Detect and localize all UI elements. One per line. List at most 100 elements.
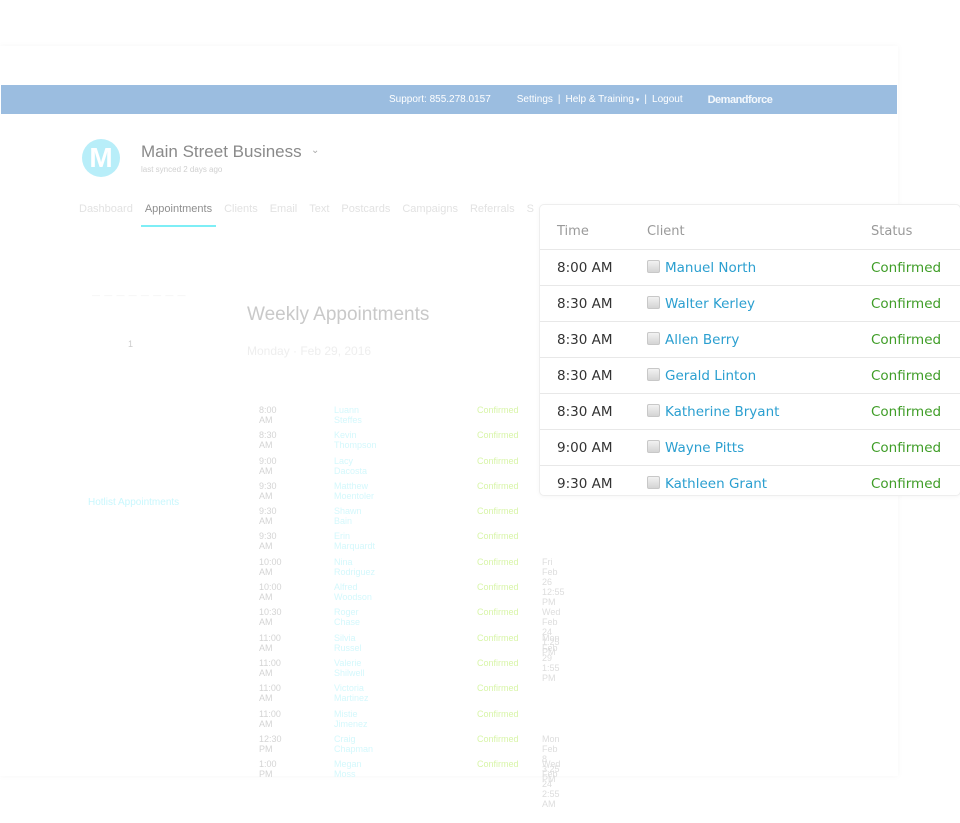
client-link[interactable]: Alfred Woodson [334,582,372,602]
appointment-time: 8:30 AM [557,368,613,384]
hotlist-appointments-link[interactable]: Hotlist Appointments [88,497,179,508]
appointment-time: 10:30 AM [259,607,282,628]
chevron-down-icon[interactable]: ⌄ [311,145,319,156]
table-body: 8:00 AM Manuel North Confirmed 8:30 AM Walte… [540,250,960,501]
appointment-time: 8:30 AM [259,430,277,451]
header-client: Client [647,224,685,239]
separator: | [644,94,648,105]
status-label: Confirmed [477,430,519,441]
client-link[interactable]: Erin Marquardt [334,531,375,551]
business-logo: M [82,139,120,177]
client-link[interactable]: Mistie Jimenez [334,709,368,729]
appointment-time: 8:00 AM [557,260,613,276]
appointment-time: 9:30 AM [557,476,613,492]
table-row: 8:00 AM Manuel North Confirmed [540,250,960,286]
appointment-time: 8:30 AM [557,296,613,312]
status-label: Confirmed [477,582,519,593]
client-link[interactable]: Kevin Thompson [334,430,377,450]
header-status: Status [871,224,913,239]
weekly-appointments-title: Weekly Appointments [247,304,430,325]
tab-appointments[interactable]: Appointments [140,203,217,227]
client-link[interactable]: Gerald Linton [665,368,756,384]
client-link[interactable]: Craig Chapman [334,734,373,754]
last-synced: last synced 2 days ago [141,165,223,174]
help-training-menu[interactable]: Help & Training ▾ [566,94,640,105]
main-nav: Dashboard Appointments Clients Email Tex… [79,203,546,227]
table-row: 8:30 AM Katherine Bryant Confirmed [540,394,960,430]
status-label: Confirmed [477,632,519,643]
row-checkbox[interactable] [647,260,660,273]
appointment-time: 10:00 AM [259,582,282,603]
status-label: Confirmed [477,455,519,466]
row-checkbox[interactable] [647,404,660,417]
status-label: Confirmed [871,404,942,420]
status-label: Confirmed [871,296,942,312]
separator: | [557,94,561,105]
client-link[interactable]: Lacy Dacosta [334,456,367,476]
appointment-time: 9:30 AM [259,506,277,527]
tab-dashboard[interactable]: Dashboard [79,203,133,215]
status-label: Confirmed [871,260,942,276]
note-timestamp: Wed Feb 24 2:55 AM [542,759,561,810]
top-bar: Support: 855.278.0157 Settings | Help & … [1,85,897,114]
business-name[interactable]: Main Street Business [141,142,302,162]
client-link[interactable]: Victoria Martinez [334,683,369,703]
status-label: Confirmed [477,759,519,770]
appointment-time: 8:00 AM [259,405,277,425]
status-label: Confirmed [477,683,519,694]
client-link[interactable]: Nina Rodriguez [334,557,375,577]
client-link[interactable]: Wayne Pitts [665,440,744,456]
client-link[interactable]: Megan Moss [334,759,362,779]
client-link[interactable]: Manuel North [665,260,756,276]
client-link[interactable]: Allen Berry [665,332,739,348]
client-link[interactable]: Roger Chase [334,607,360,627]
client-link[interactable]: Kathleen Grant [665,476,767,492]
status-label: Confirmed [477,531,519,542]
table-row: 8:30 AM Walter Kerley Confirmed [540,286,960,322]
row-checkbox[interactable] [647,476,660,489]
weekly-date: Monday · Feb 29, 2016 [247,344,372,358]
appointments-card: Time Client Status 8:00 AM Manuel North Co… [539,204,960,496]
header-time: Time [557,224,589,239]
client-link[interactable]: Valerie Shilwell [334,658,365,678]
client-link[interactable]: Luann Steffes [334,405,362,425]
status-label: Confirmed [871,476,942,492]
status-label: Confirmed [871,440,942,456]
appointment-time: 9:30 AM [259,480,277,501]
appointment-time: 11:00 AM [259,708,281,729]
status-label: Confirmed [477,657,519,668]
tab-email[interactable]: Email [270,203,298,215]
appointment-time: 11:00 AM [259,632,281,653]
row-checkbox[interactable] [647,332,660,345]
row-checkbox[interactable] [647,368,660,381]
table-row: 8:30 AM Allen Berry Confirmed [540,322,960,358]
tab-more[interactable]: S [527,203,534,215]
status-label: Confirmed [871,368,942,384]
logout-link[interactable]: Logout [652,94,683,105]
client-link[interactable]: Shawn Bain [334,506,362,526]
sidebar-label: — — — — — — — — [92,291,187,300]
brand-logo: Demandforce [707,93,773,106]
status-label: Confirmed [871,332,942,348]
row-checkbox[interactable] [647,296,660,309]
settings-link[interactable]: Settings [517,94,553,105]
table-header: Time Client Status [540,205,960,250]
status-label: Confirmed [477,607,519,618]
status-label: Confirmed [477,405,519,415]
tab-text[interactable]: Text [309,203,329,215]
appointment-time: 12:30 PM [259,733,282,754]
appointment-time: 8:30 AM [557,332,613,348]
appointment-time: 10:00 AM [259,556,282,577]
status-label: Confirmed [477,480,519,491]
tab-referrals[interactable]: Referrals [470,203,515,215]
client-link[interactable]: Walter Kerley [665,296,755,312]
table-row: 9:00 AM Wayne Pitts Confirmed [540,430,960,466]
client-link[interactable]: Katherine Bryant [665,404,779,420]
tab-clients[interactable]: Clients [224,203,258,215]
tab-postcards[interactable]: Postcards [341,203,390,215]
row-checkbox[interactable] [647,440,660,453]
table-row: 9:30 AM Kathleen Grant Confirmed [540,466,960,501]
client-link[interactable]: Silvia Russel [334,633,362,653]
client-link[interactable]: Matthew Moentoler [334,481,374,501]
tab-campaigns[interactable]: Campaigns [402,203,458,215]
